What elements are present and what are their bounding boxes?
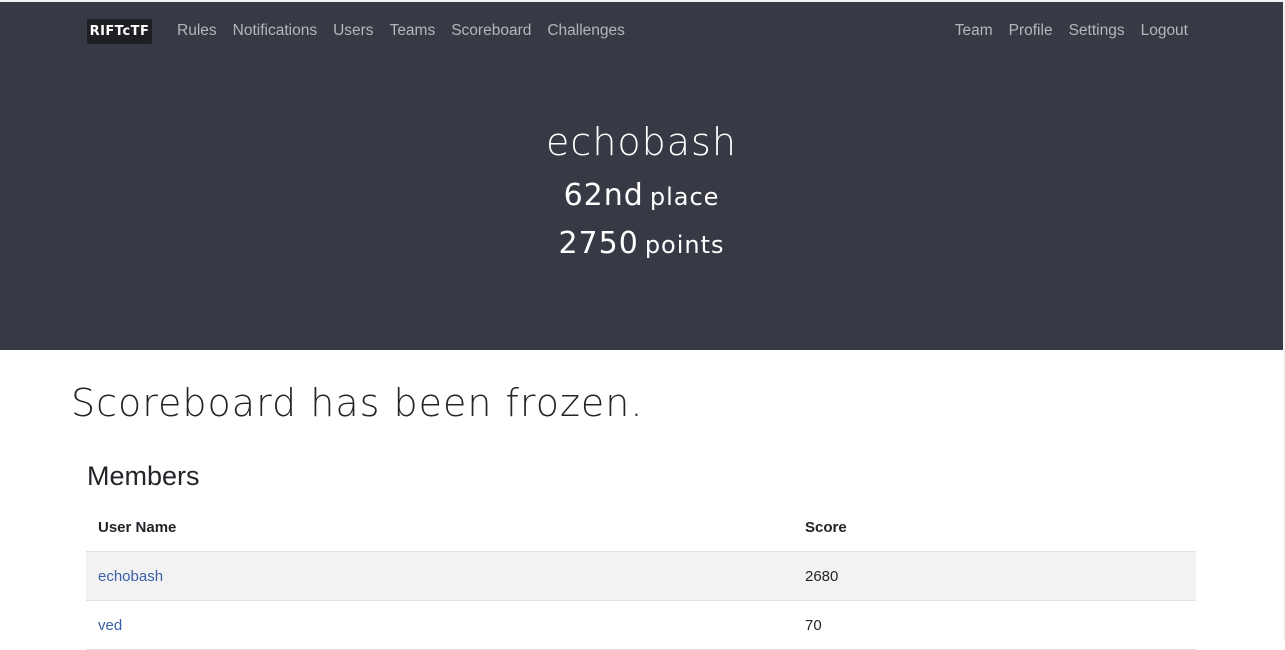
scoreboard-frozen-message: Scoreboard has been frozen. xyxy=(71,381,644,425)
members-table: User Name Score echobash 2680 ved 70 xyxy=(86,503,1196,650)
nav-challenges[interactable]: Challenges xyxy=(539,22,633,40)
member-name-cell: ved xyxy=(86,600,793,650)
nav-settings[interactable]: Settings xyxy=(1061,22,1133,40)
member-name-cell: echobash xyxy=(86,551,793,601)
nav-users[interactable]: Users xyxy=(325,22,381,40)
profile-place: 62nd place xyxy=(0,178,1283,213)
nav-scoreboard[interactable]: Scoreboard xyxy=(443,22,539,40)
place-number: 62nd xyxy=(563,178,644,213)
nav-account: Team Profile Settings Logout xyxy=(947,19,1196,43)
table-row: ved 70 xyxy=(86,600,1196,650)
member-link[interactable]: echobash xyxy=(98,568,163,585)
points-label: points xyxy=(644,231,725,259)
nav-profile[interactable]: Profile xyxy=(1001,22,1061,40)
column-header-score: Score xyxy=(793,503,1196,552)
members-heading: Members xyxy=(87,461,200,491)
table-header-row: User Name Score xyxy=(86,503,1196,552)
nav-logout[interactable]: Logout xyxy=(1133,22,1196,40)
nav-notifications[interactable]: Notifications xyxy=(225,22,325,40)
member-score-cell: 2680 xyxy=(793,551,1196,601)
profile-points: 2750 points xyxy=(0,226,1283,261)
profile-username: echobash xyxy=(546,120,737,164)
place-label: place xyxy=(649,183,720,211)
nav-primary: Rules Notifications Users Teams Scoreboa… xyxy=(169,19,633,43)
table-row: echobash 2680 xyxy=(86,551,1196,601)
member-link[interactable]: ved xyxy=(98,617,122,634)
nav-team[interactable]: Team xyxy=(947,22,1001,40)
points-number: 2750 xyxy=(558,226,639,261)
member-score-cell: 70 xyxy=(793,600,1196,650)
column-header-username: User Name xyxy=(86,503,793,552)
brand-logo[interactable]: RIFTcTF xyxy=(87,19,152,44)
nav-rules[interactable]: Rules xyxy=(169,22,225,40)
nav-teams[interactable]: Teams xyxy=(382,22,444,40)
profile-header xyxy=(0,2,1283,350)
